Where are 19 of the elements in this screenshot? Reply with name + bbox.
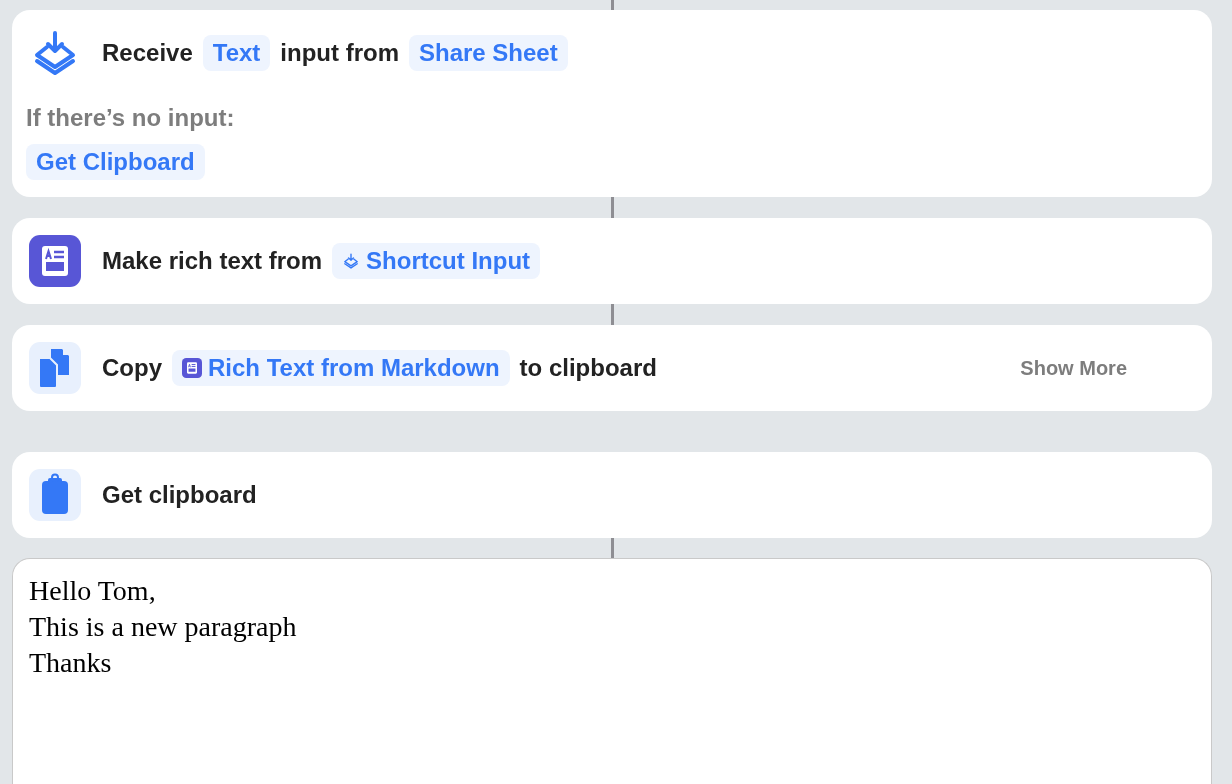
layered-download-icon bbox=[342, 252, 361, 270]
variable-token[interactable]: Share Sheet bbox=[408, 35, 568, 71]
action-text: input from bbox=[280, 39, 399, 67]
action-text: Copy bbox=[102, 354, 162, 382]
rich-text-icon bbox=[182, 358, 202, 378]
clipboard-icon bbox=[29, 469, 81, 521]
variable-token[interactable]: Text bbox=[202, 35, 271, 71]
rich-text-icon bbox=[29, 235, 81, 287]
action-text: Make rich text from bbox=[102, 247, 323, 275]
action-text: Get clipboard bbox=[102, 481, 257, 509]
fallback-label: If there’s no input: bbox=[26, 104, 236, 132]
variable-token[interactable]: Shortcut Input bbox=[332, 243, 541, 279]
variable-token[interactable]: Get Clipboard bbox=[26, 144, 205, 180]
variable-token[interactable]: Rich Text from Markdown bbox=[172, 350, 510, 386]
action-text: Receive bbox=[102, 39, 193, 67]
documents-icon bbox=[29, 342, 81, 394]
show-more-button[interactable]: Show More bbox=[1014, 352, 1133, 384]
output-text: Hello Tom, This is a new paragraph Thanks bbox=[29, 574, 298, 680]
action-text: to clipboard bbox=[519, 354, 657, 382]
